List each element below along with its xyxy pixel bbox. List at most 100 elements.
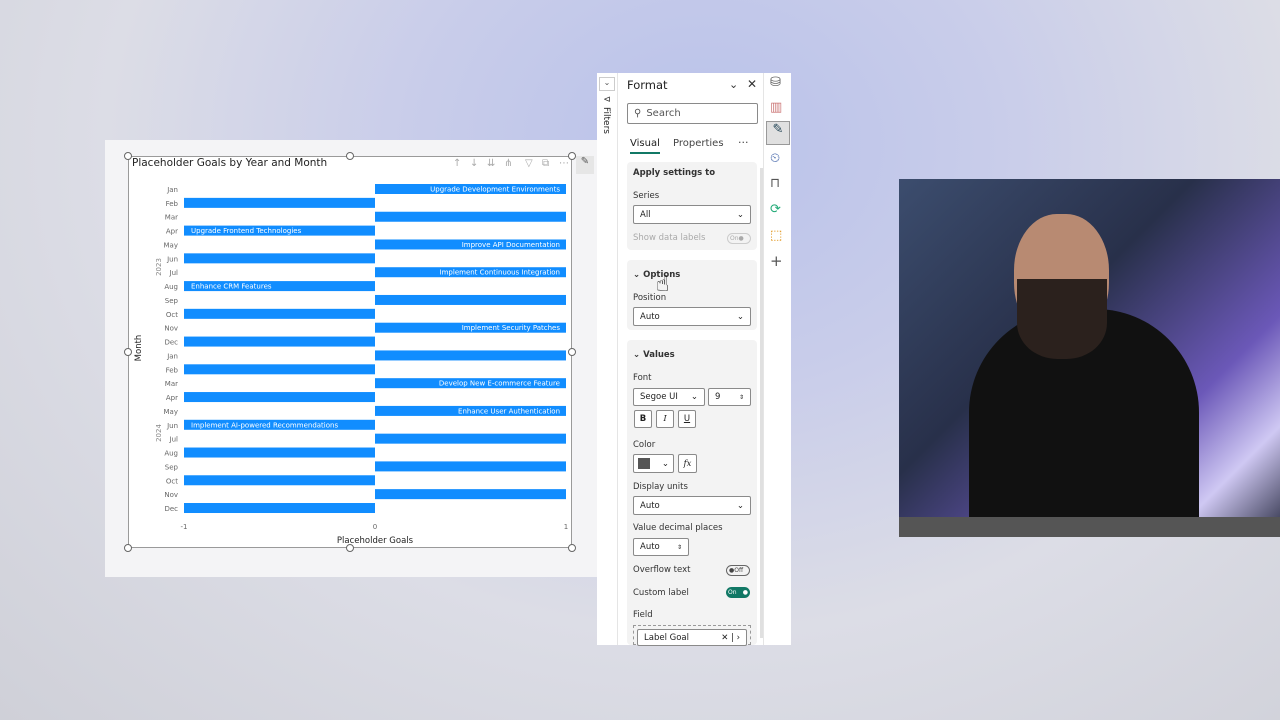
sync-slicers-icon[interactable]: ⟳	[770, 202, 781, 217]
field-label: Field	[633, 610, 653, 620]
y-tick-label: Jul	[169, 436, 179, 444]
data-label: Upgrade Frontend Technologies	[191, 227, 302, 235]
font-label: Font	[633, 373, 652, 383]
y-tick-label: May	[164, 241, 178, 249]
data-label: Improve API Documentation	[462, 241, 560, 249]
bar[interactable]	[184, 364, 375, 375]
format-title: Format	[627, 78, 668, 92]
bar[interactable]	[375, 211, 566, 222]
y-tick-label: Apr	[166, 228, 178, 236]
bar[interactable]	[375, 433, 566, 444]
data-label: Implement Security Patches	[462, 324, 561, 332]
show-data-labels-toggle[interactable]: On ●	[727, 233, 751, 244]
bar[interactable]	[184, 308, 375, 319]
hand-cursor-icon: ☝	[656, 272, 670, 297]
data-pane-icon[interactable]: ⛁	[770, 75, 781, 90]
chevron-down-icon: ⌄	[633, 270, 644, 280]
bar[interactable]	[184, 503, 375, 514]
y-tick-label: Sep	[165, 463, 179, 471]
series-label: Series	[633, 191, 660, 201]
data-label: Enhance CRM Features	[191, 283, 272, 291]
y-tick-label: Jan	[166, 352, 178, 360]
more-tabs-button[interactable]: ···	[738, 136, 749, 149]
bar[interactable]	[184, 253, 375, 264]
filter-icon: ⊲	[603, 95, 611, 105]
italic-button[interactable]: I	[656, 410, 674, 428]
overflow-text-toggle[interactable]: ● Off	[726, 565, 750, 576]
values-section	[627, 340, 757, 645]
bar[interactable]	[184, 447, 375, 458]
color-picker[interactable]: ⌄	[633, 454, 674, 473]
bar[interactable]	[375, 461, 566, 472]
collapse-chevron-icon[interactable]: ⌄	[729, 78, 738, 91]
custom-label-label: Custom label	[633, 588, 689, 598]
remove-field-icon: ✕	[721, 632, 729, 643]
bold-button[interactable]: B	[634, 410, 652, 428]
y-tick-label: Apr	[166, 394, 178, 402]
y-tick-label: Mar	[165, 380, 178, 388]
bar[interactable]	[375, 489, 566, 500]
filters-pane-collapsed[interactable]: ⌄ ⊲ Filters	[597, 73, 618, 645]
format-visual-icon[interactable]: ✎	[766, 121, 790, 145]
position-dropdown[interactable]: Auto ⌄	[633, 307, 751, 326]
selection-icon[interactable]: ⬚	[770, 228, 782, 243]
y-axis-title: Month	[134, 335, 144, 362]
x-tick: -1	[181, 523, 188, 531]
bar[interactable]	[184, 336, 375, 347]
y-tick-label: Mar	[165, 214, 178, 222]
chevron-down-icon: ⌄	[633, 350, 644, 360]
bookmark-icon[interactable]: ⊓	[770, 176, 780, 191]
custom-label-toggle[interactable]: On ●	[726, 587, 750, 598]
search-input[interactable]: ⚲ Search	[627, 103, 758, 124]
show-data-labels-label: Show data labels	[633, 233, 706, 243]
y-tick-label: Jan	[166, 186, 178, 194]
webcam-video	[899, 179, 1280, 537]
values-heading[interactable]: ⌄ Values	[633, 350, 675, 360]
field-chip[interactable]: Label Goal ✕ | ›	[637, 629, 747, 646]
year-label-2024: 2024	[155, 424, 163, 442]
decimal-places-stepper[interactable]: Auto ⇕	[633, 538, 689, 556]
close-icon[interactable]: ✕	[747, 77, 757, 91]
tab-visual[interactable]: Visual	[630, 138, 660, 154]
y-tick-label: Jun	[166, 422, 178, 430]
expand-chevron-icon[interactable]: ⌄	[599, 77, 615, 91]
font-family-dropdown[interactable]: Segoe UI ⌄	[633, 388, 705, 406]
y-tick-label: Dec	[164, 339, 178, 347]
add-pane-icon[interactable]: +	[770, 252, 783, 270]
bar[interactable]	[184, 197, 375, 208]
bar[interactable]	[184, 392, 375, 403]
tab-properties[interactable]: Properties	[673, 138, 724, 149]
overflow-text-label: Overflow text	[633, 565, 691, 575]
y-tick-label: Dec	[164, 505, 178, 513]
y-tick-label: Sep	[165, 297, 179, 305]
desk	[899, 517, 1280, 537]
data-label: Implement Continuous Integration	[440, 269, 560, 277]
y-tick-label: Feb	[166, 200, 179, 208]
chevron-right-icon: ›	[736, 632, 740, 643]
color-label: Color	[633, 440, 656, 450]
bar[interactable]	[375, 294, 566, 305]
display-units-dropdown[interactable]: Auto ⌄	[633, 496, 751, 515]
display-units-label: Display units	[633, 482, 688, 492]
data-label: Develop New E-commerce Feature	[439, 380, 560, 388]
bar[interactable]	[375, 350, 566, 361]
data-label: Enhance User Authentication	[458, 407, 560, 415]
underline-button[interactable]: U	[678, 410, 696, 428]
y-tick-label: Aug	[164, 283, 178, 291]
presenter-beard	[1017, 279, 1107, 359]
apply-settings-heading: Apply settings to	[633, 168, 716, 178]
y-tick-label: Aug	[164, 450, 178, 458]
bar[interactable]	[184, 475, 375, 486]
format-brush-icon[interactable]: ✎	[576, 156, 594, 174]
y-tick-label: May	[164, 408, 178, 416]
y-tick-label: Feb	[166, 366, 179, 374]
x-tick: 1	[564, 523, 568, 531]
field-well: Label Goal ✕ | ›	[633, 625, 751, 646]
font-size-stepper[interactable]: 9 ⇕	[708, 388, 751, 406]
performance-icon[interactable]: ⏲	[770, 151, 780, 166]
year-label-2023: 2023	[155, 258, 163, 276]
series-dropdown[interactable]: All ⌄	[633, 205, 751, 224]
build-visual-icon[interactable]: ▥	[770, 100, 782, 115]
fx-button[interactable]: fx	[678, 454, 697, 473]
y-tick-label: Jul	[169, 269, 179, 277]
